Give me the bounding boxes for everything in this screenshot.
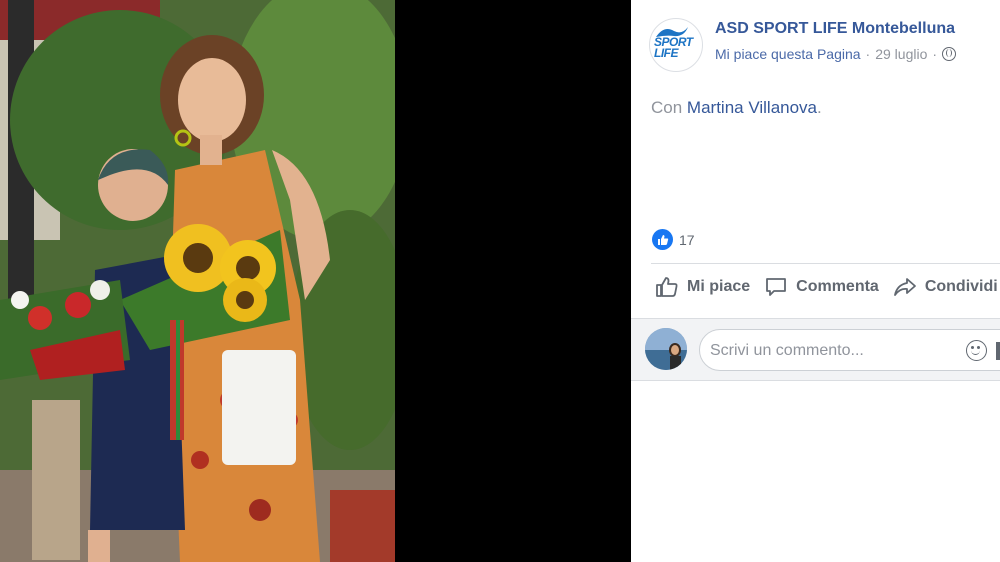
separator: ·: [865, 46, 871, 62]
post-text-prefix: Con: [651, 98, 687, 117]
post-text: Con Martina Villanova.: [651, 98, 822, 118]
thumbs-up-icon: [656, 277, 678, 297]
photo-image: [0, 0, 395, 562]
comment-composer: Scrivi un commento...: [631, 318, 1000, 381]
comment-button[interactable]: Commenta: [764, 276, 879, 298]
emoji-icon[interactable]: [966, 340, 987, 361]
like-button-label: Mi piace: [687, 278, 751, 295]
divider: [651, 263, 1000, 264]
post-panel: SPORT LIFE ASD SPORT LIFE Montebelluna M…: [631, 0, 1000, 562]
post-text-suffix: .: [817, 98, 822, 117]
share-button[interactable]: Condividi: [893, 276, 998, 298]
comment-input[interactable]: Scrivi un commento...: [699, 329, 1000, 371]
reaction-count: 17: [679, 231, 695, 248]
page-name-link[interactable]: ASD SPORT LIFE Montebelluna: [715, 20, 956, 38]
post-meta: ASD SPORT LIFE Montebelluna Mi piace que…: [715, 18, 957, 62]
like-button[interactable]: Mi piace: [655, 276, 750, 298]
post-subline: Mi piace questa Pagina · 29 luglio ·: [715, 46, 957, 62]
user-photo: [645, 328, 687, 370]
globe-icon: [942, 47, 957, 61]
tagged-person-link[interactable]: Martina Villanova: [687, 98, 817, 117]
comment-button-label: Commenta: [796, 278, 879, 295]
camera-icon[interactable]: [996, 342, 1000, 360]
reactions-summary[interactable]: 17: [652, 229, 695, 250]
page-logo-text: SPORT LIFE: [654, 35, 693, 60]
like-thumb-icon: [652, 229, 673, 250]
post-header: SPORT LIFE ASD SPORT LIFE Montebelluna M…: [649, 18, 957, 72]
photo-viewer: SPORT LIFE ASD SPORT LIFE Montebelluna M…: [0, 0, 1000, 562]
post-photo[interactable]: [0, 0, 395, 562]
share-arrow-icon: [893, 278, 916, 296]
user-avatar[interactable]: [645, 328, 687, 370]
post-date[interactable]: 29 luglio: [875, 46, 927, 62]
separator: ·: [932, 46, 938, 62]
comment-bubble-icon: [766, 278, 787, 296]
like-page-link[interactable]: Mi piace questa Pagina: [715, 46, 861, 62]
comment-placeholder: Scrivi un commento...: [710, 342, 864, 359]
share-button-label: Condividi: [924, 278, 998, 295]
post-actions: Mi piace Commenta Condividi: [655, 276, 1000, 298]
page-avatar[interactable]: SPORT LIFE: [649, 18, 703, 72]
